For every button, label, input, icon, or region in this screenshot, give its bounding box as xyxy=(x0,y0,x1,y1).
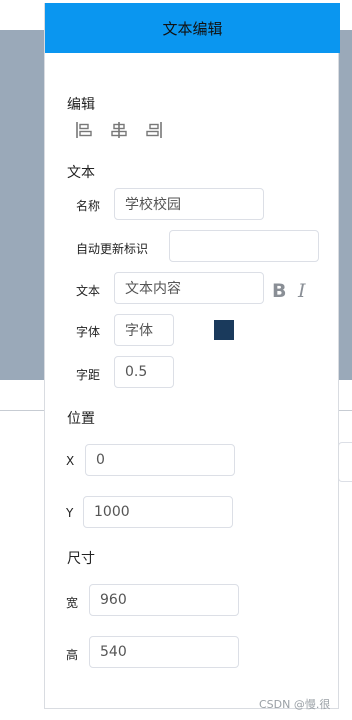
width-label: 宽 xyxy=(66,596,79,610)
size-section-title: 尺寸 xyxy=(67,551,95,567)
height-input[interactable]: 540 xyxy=(89,636,239,668)
align-center-icon[interactable] xyxy=(110,121,128,139)
italic-button[interactable]: I xyxy=(298,280,306,302)
font-input[interactable]: 字体 xyxy=(114,314,174,346)
letter-spacing-label: 字距 xyxy=(76,368,101,382)
watermark: CSDN @慢.很 xyxy=(259,698,331,711)
text-content-label: 文本 xyxy=(76,284,101,298)
auto-update-input[interactable] xyxy=(169,230,319,262)
background-input-edge xyxy=(338,442,352,482)
x-label: X xyxy=(66,454,75,468)
y-input[interactable]: 1000 xyxy=(83,496,233,528)
text-content-input[interactable]: 文本内容 xyxy=(114,272,264,304)
y-label: Y xyxy=(66,506,74,520)
height-label: 高 xyxy=(66,648,79,662)
text-edit-panel: 文本编辑 编辑 文本 名称 学校校园 自动更新标识 文本 文本内容 B I 字体… xyxy=(44,3,340,709)
font-label: 字体 xyxy=(76,325,101,339)
edit-section-title: 编辑 xyxy=(67,97,95,113)
font-color-picker[interactable] xyxy=(214,320,234,340)
position-section-title: 位置 xyxy=(67,411,95,427)
align-right-icon[interactable] xyxy=(145,121,163,139)
name-label: 名称 xyxy=(76,199,101,213)
text-section-title: 文本 xyxy=(67,165,95,181)
letter-spacing-input[interactable]: 0.5 xyxy=(114,356,174,388)
width-input[interactable]: 960 xyxy=(89,584,239,616)
bold-button[interactable]: B xyxy=(272,280,286,302)
align-left-icon[interactable] xyxy=(75,121,93,139)
x-input[interactable]: 0 xyxy=(85,444,235,476)
panel-title: 文本编辑 xyxy=(162,19,223,38)
auto-update-label: 自动更新标识 xyxy=(76,242,149,256)
name-input[interactable]: 学校校园 xyxy=(114,188,264,220)
panel-header: 文本编辑 xyxy=(45,3,340,53)
